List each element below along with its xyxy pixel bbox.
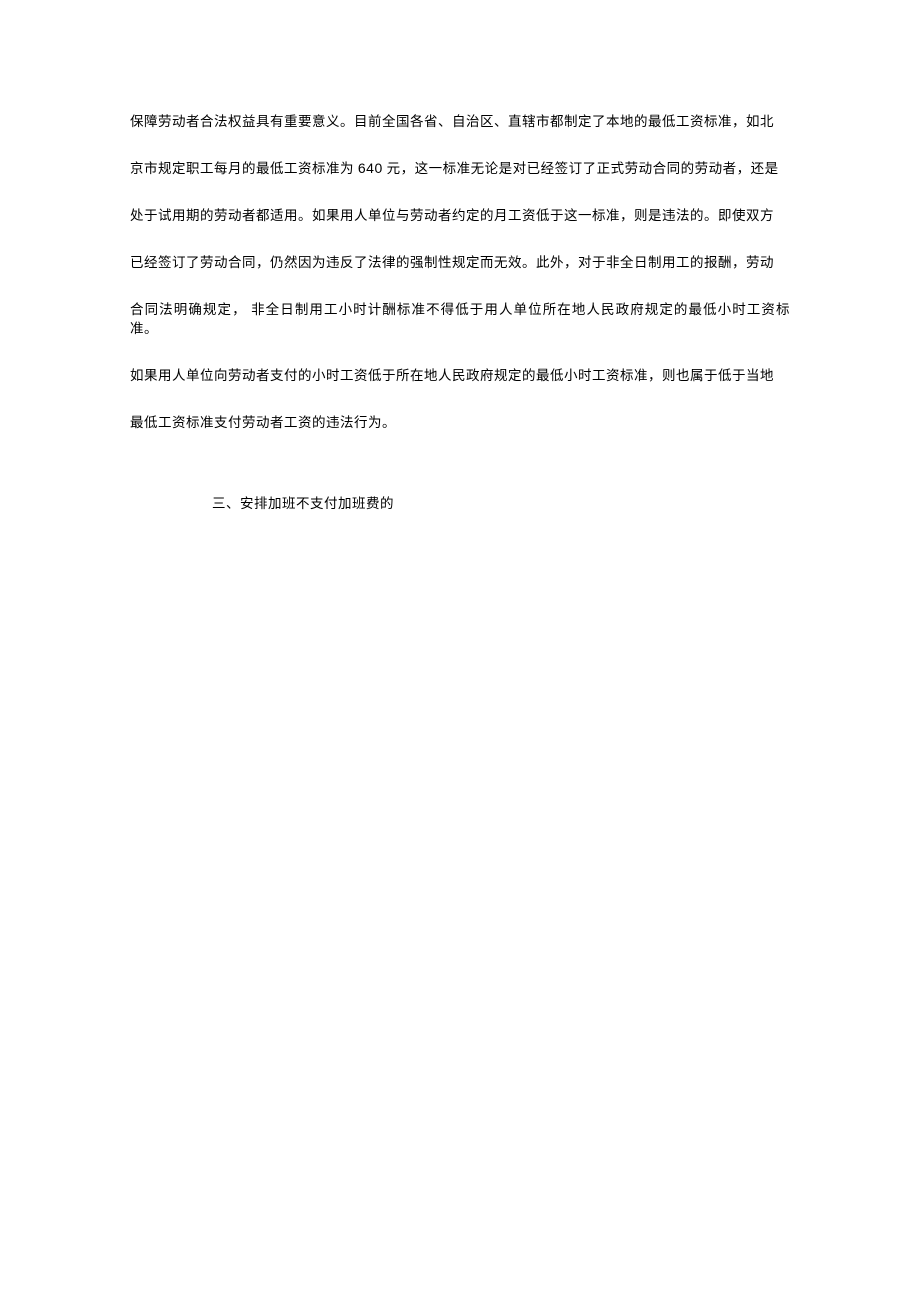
body-paragraph: 合同法明确规定， 非全日制用工小时计酬标准不得低于用人单位所在地人民政府规定的最… bbox=[130, 300, 790, 338]
body-paragraph: 已经签订了劳动合同，仍然因为违反了法律的强制性规定而无效。此外，对于非全日制用工… bbox=[130, 253, 790, 272]
body-paragraph: 处于试用期的劳动者都适用。如果用人单位与劳动者约定的月工资低于这一标准，则是违法… bbox=[130, 206, 790, 225]
text-segment: 元，这一标准无论是对已经签订了正式劳动合同的劳动者，还是 bbox=[383, 161, 779, 176]
section-heading: 三、安排加班不支付加班费的 bbox=[130, 494, 790, 513]
text-segment: 京市规定职工每月的最低工资标准为 bbox=[130, 161, 358, 176]
body-paragraph: 如果用人单位向劳动者支付的小时工资低于所在地人民政府规定的最低小时工资标准，则也… bbox=[130, 366, 790, 385]
body-paragraph: 京市规定职工每月的最低工资标准为 640 元，这一标准无论是对已经签订了正式劳动… bbox=[130, 159, 790, 178]
numeric-value: 640 bbox=[358, 160, 383, 176]
body-paragraph: 保障劳动者合法权益具有重要意义。目前全国各省、自治区、直辖市都制定了本地的最低工… bbox=[130, 112, 790, 131]
document-page: 保障劳动者合法权益具有重要意义。目前全国各省、自治区、直辖市都制定了本地的最低工… bbox=[0, 0, 920, 513]
body-paragraph: 最低工资标准支付劳动者工资的违法行为。 bbox=[130, 413, 790, 432]
